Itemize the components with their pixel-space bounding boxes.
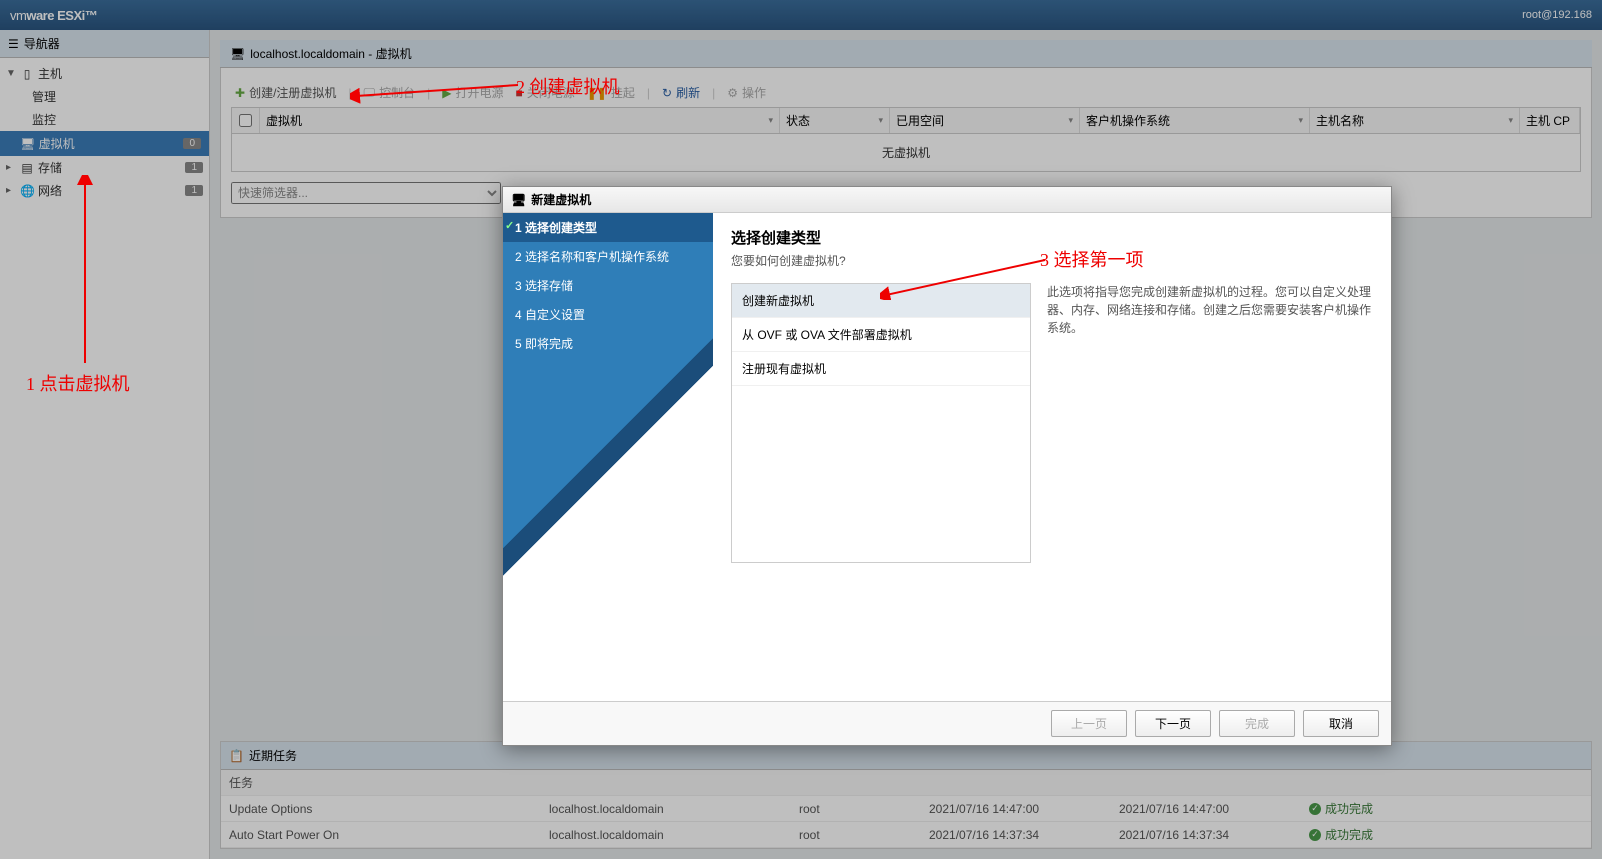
wizard-step-5: 5 即将完成: [503, 329, 713, 358]
dialog-heading: 选择创建类型: [731, 227, 1373, 248]
option-description: 此选项将指导您完成创建新虚拟机的过程。您可以自定义处理器、内存、网络连接和存储。…: [1047, 283, 1373, 563]
option-create-new[interactable]: 创建新虚拟机: [732, 284, 1030, 318]
wizard-step-3: 3 选择存储: [503, 271, 713, 300]
option-register-existing[interactable]: 注册现有虚拟机: [732, 352, 1030, 386]
wizard-step-2: 2 选择名称和客户机操作系统: [503, 242, 713, 271]
wizard-step-4: 4 自定义设置: [503, 300, 713, 329]
new-vm-dialog: 🖥 新建虚拟机 1 选择创建类型 2 选择名称和客户机操作系统 3 选择存储 4…: [502, 186, 1392, 746]
vmware-logo: vmware®: [533, 655, 624, 683]
dialog-subheading: 您要如何创建虚拟机?: [731, 252, 1373, 269]
finish-button[interactable]: 完成: [1219, 710, 1295, 737]
creation-type-list: 创建新虚拟机 从 OVF 或 OVA 文件部署虚拟机 注册现有虚拟机: [731, 283, 1031, 563]
option-deploy-ovf[interactable]: 从 OVF 或 OVA 文件部署虚拟机: [732, 318, 1030, 352]
wizard-sidebar: 1 选择创建类型 2 选择名称和客户机操作系统 3 选择存储 4 自定义设置 5…: [503, 213, 713, 701]
dialog-title: 🖥 新建虚拟机: [503, 187, 1391, 213]
next-button[interactable]: 下一页: [1135, 710, 1211, 737]
back-button[interactable]: 上一页: [1051, 710, 1127, 737]
vm-icon: 🖥: [511, 193, 526, 207]
cancel-button[interactable]: 取消: [1303, 710, 1379, 737]
wizard-step-1[interactable]: 1 选择创建类型: [503, 213, 713, 242]
